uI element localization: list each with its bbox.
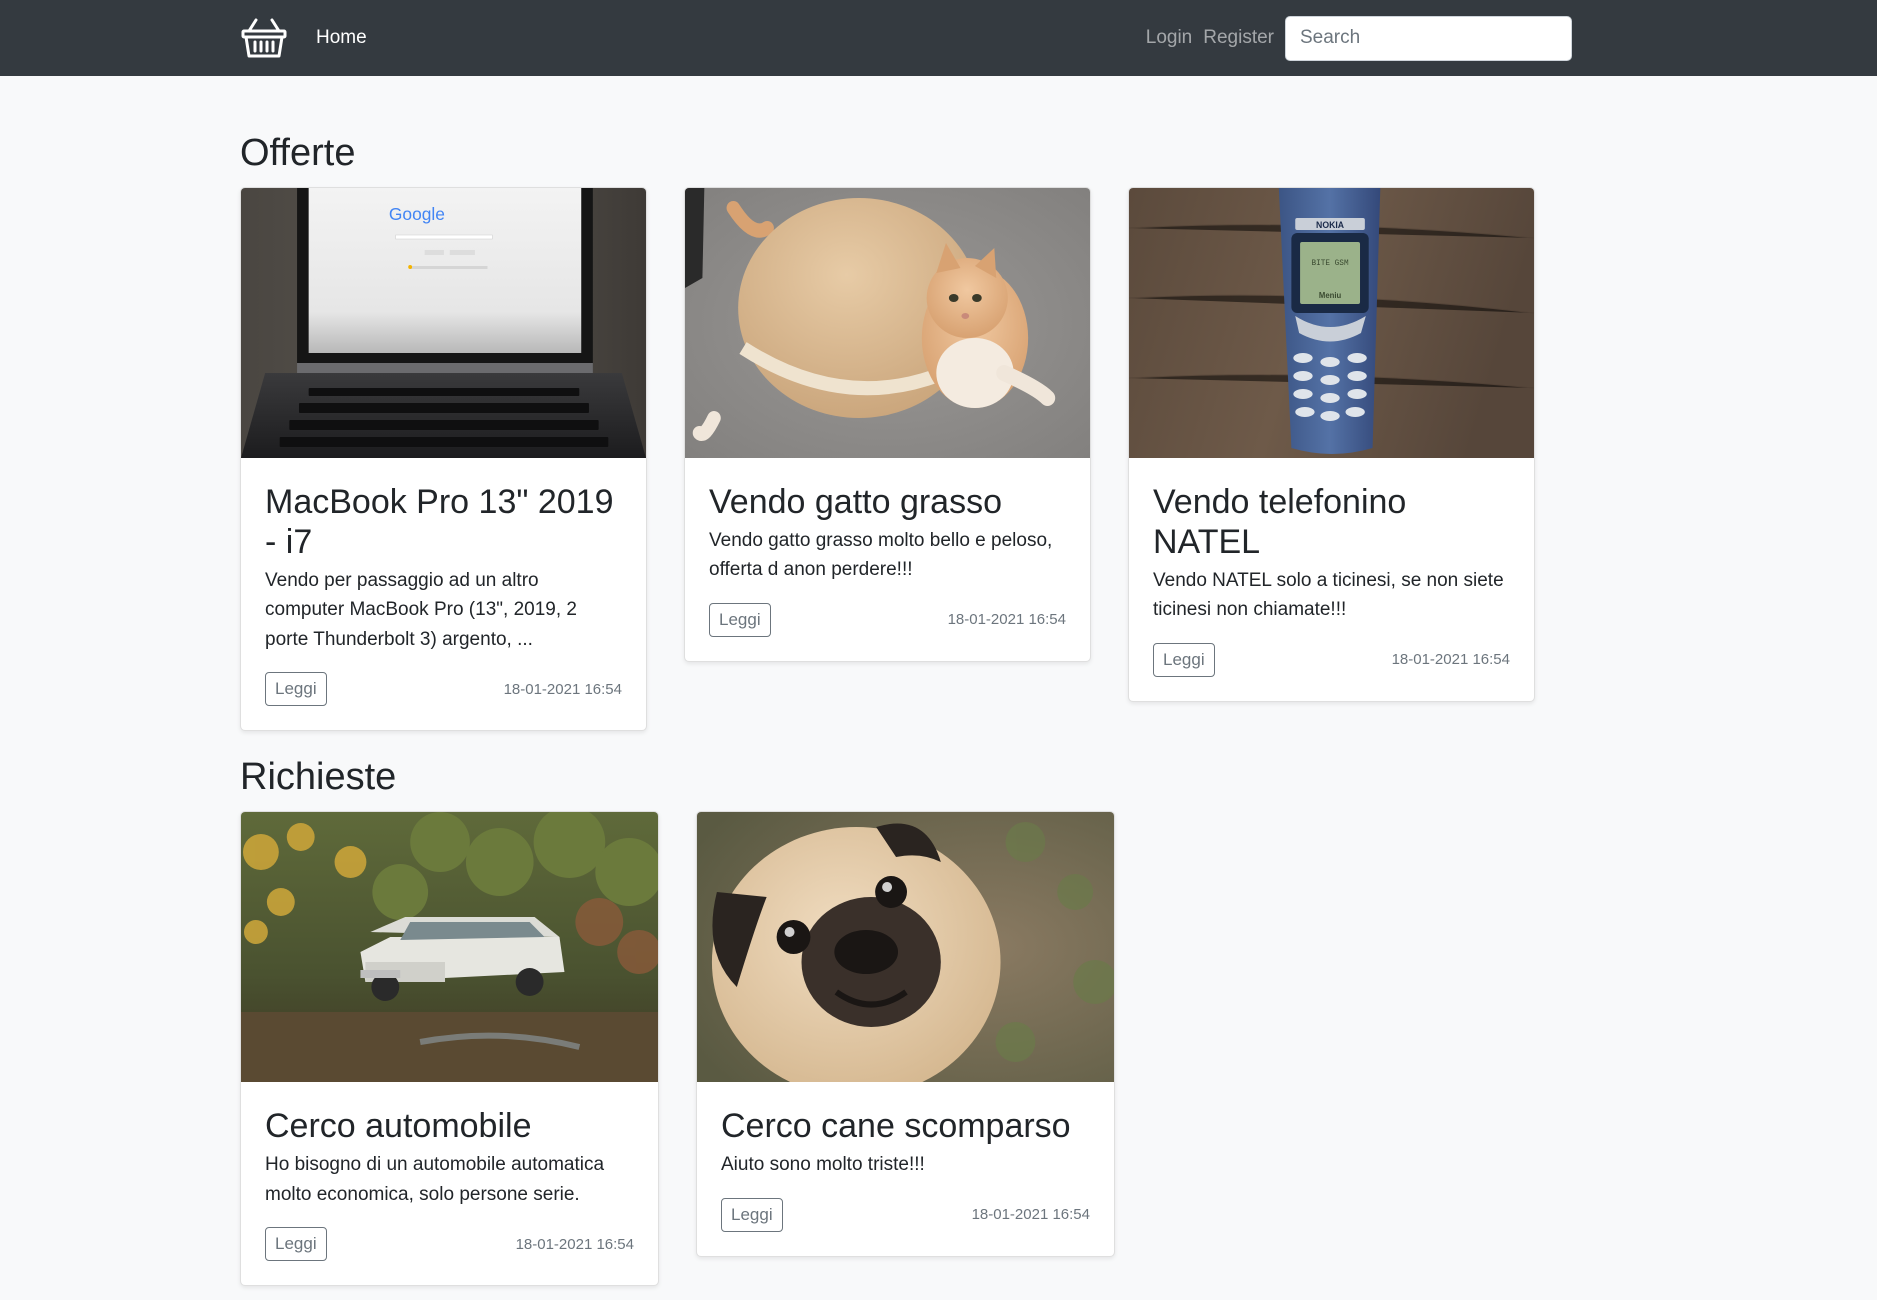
leggi-button[interactable]: Leggi bbox=[709, 602, 771, 637]
nav-right: Login Register bbox=[1146, 15, 1572, 61]
phone-screen-text-2: Meniu bbox=[1319, 291, 1342, 300]
pug-photo bbox=[697, 812, 1114, 1083]
google-logo-text: Google bbox=[389, 204, 445, 224]
request-card-dog: Cerco cane scomparso Aiuto sono molto tr… bbox=[696, 811, 1115, 1257]
cat-photo bbox=[685, 187, 1090, 458]
card-body: Vendo telefonino NATEL Vendo NATEL solo … bbox=[1129, 458, 1534, 701]
card-body: MacBook Pro 13" 2019 - i7 Vendo per pass… bbox=[241, 458, 646, 731]
shopping-basket-icon[interactable] bbox=[240, 14, 288, 62]
card-body: Vendo gatto grasso Vendo gatto grasso mo… bbox=[685, 458, 1090, 661]
phone-photo: NOKIA BITE GSM Meniu bbox=[1129, 187, 1534, 458]
card-footer: Leggi 18-01-2021 16:54 bbox=[265, 672, 622, 707]
card-date: 18-01-2021 16:54 bbox=[971, 1206, 1090, 1224]
card-text: Vendo per passaggio ad un altro computer… bbox=[265, 570, 577, 650]
richieste-cards: Cerco automobile Ho bisogno di un automo… bbox=[240, 811, 1572, 1287]
card-date: 18-01-2021 16:54 bbox=[515, 1235, 634, 1253]
card-title: MacBook Pro 13" 2019 - i7 bbox=[265, 482, 614, 561]
leggi-button[interactable]: Leggi bbox=[1153, 642, 1215, 677]
leggi-button[interactable]: Leggi bbox=[265, 672, 327, 707]
laptop-photo: Google bbox=[241, 187, 646, 458]
card-title: Vendo telefonino NATEL bbox=[1153, 482, 1407, 561]
offer-card-macbook: Google MacBook Pro 13" 2019 - i7 Vendo p… bbox=[240, 186, 647, 732]
card-title: Cerco automobile bbox=[265, 1107, 532, 1146]
card-title: Cerco cane scomparso bbox=[721, 1107, 1071, 1146]
main-content: Offerte Google MacBook Pro 13" 2019 - i7… bbox=[240, 132, 1572, 1287]
card-title: Vendo gatto grasso bbox=[709, 482, 1003, 521]
card-footer: Leggi 18-01-2021 16:54 bbox=[709, 602, 1066, 637]
offer-card-cat: Vendo gatto grasso Vendo gatto grasso mo… bbox=[684, 186, 1091, 662]
card-footer: Leggi 18-01-2021 16:54 bbox=[721, 1197, 1090, 1232]
card-footer: Leggi 18-01-2021 16:54 bbox=[1153, 642, 1510, 677]
card-text: Vendo gatto grasso molto bello e peloso,… bbox=[709, 529, 1053, 581]
card-date: 18-01-2021 16:54 bbox=[1391, 651, 1510, 669]
nav-register-link[interactable]: Register bbox=[1203, 27, 1274, 49]
card-body: Cerco cane scomparso Aiuto sono molto tr… bbox=[697, 1082, 1114, 1256]
card-footer: Leggi 18-01-2021 16:54 bbox=[265, 1227, 634, 1262]
nav-login-link[interactable]: Login bbox=[1146, 27, 1193, 49]
leggi-button[interactable]: Leggi bbox=[721, 1197, 783, 1232]
offer-card-phone: NOKIA BITE GSM Meniu Vendo telefonino NA… bbox=[1128, 186, 1535, 702]
phone-brand-text: NOKIA bbox=[1316, 220, 1345, 230]
card-text: Aiuto sono molto triste!!! bbox=[721, 1154, 925, 1176]
nav-home-link[interactable]: Home bbox=[316, 27, 367, 49]
navbar: Home Login Register bbox=[0, 0, 1877, 76]
card-date: 18-01-2021 16:54 bbox=[947, 611, 1066, 629]
richieste-section-title: Richieste bbox=[240, 756, 397, 799]
leggi-button[interactable]: Leggi bbox=[265, 1227, 327, 1262]
card-text: Vendo NATEL solo a ticinesi, se non siet… bbox=[1153, 570, 1504, 621]
request-card-car: Cerco automobile Ho bisogno di un automo… bbox=[240, 811, 659, 1287]
offerte-section-title: Offerte bbox=[240, 132, 356, 174]
offerte-cards: Google MacBook Pro 13" 2019 - i7 Vendo p… bbox=[240, 186, 1572, 732]
card-body: Cerco automobile Ho bisogno di un automo… bbox=[241, 1082, 658, 1285]
navbar-inner: Home Login Register bbox=[240, 14, 1572, 62]
card-date: 18-01-2021 16:54 bbox=[503, 680, 622, 698]
car-photo bbox=[241, 812, 658, 1083]
search-input[interactable] bbox=[1285, 15, 1572, 61]
phone-screen-text-1: BITE GSM bbox=[1312, 259, 1349, 268]
card-text: Ho bisogno di un automobile automatica m… bbox=[265, 1154, 605, 1205]
